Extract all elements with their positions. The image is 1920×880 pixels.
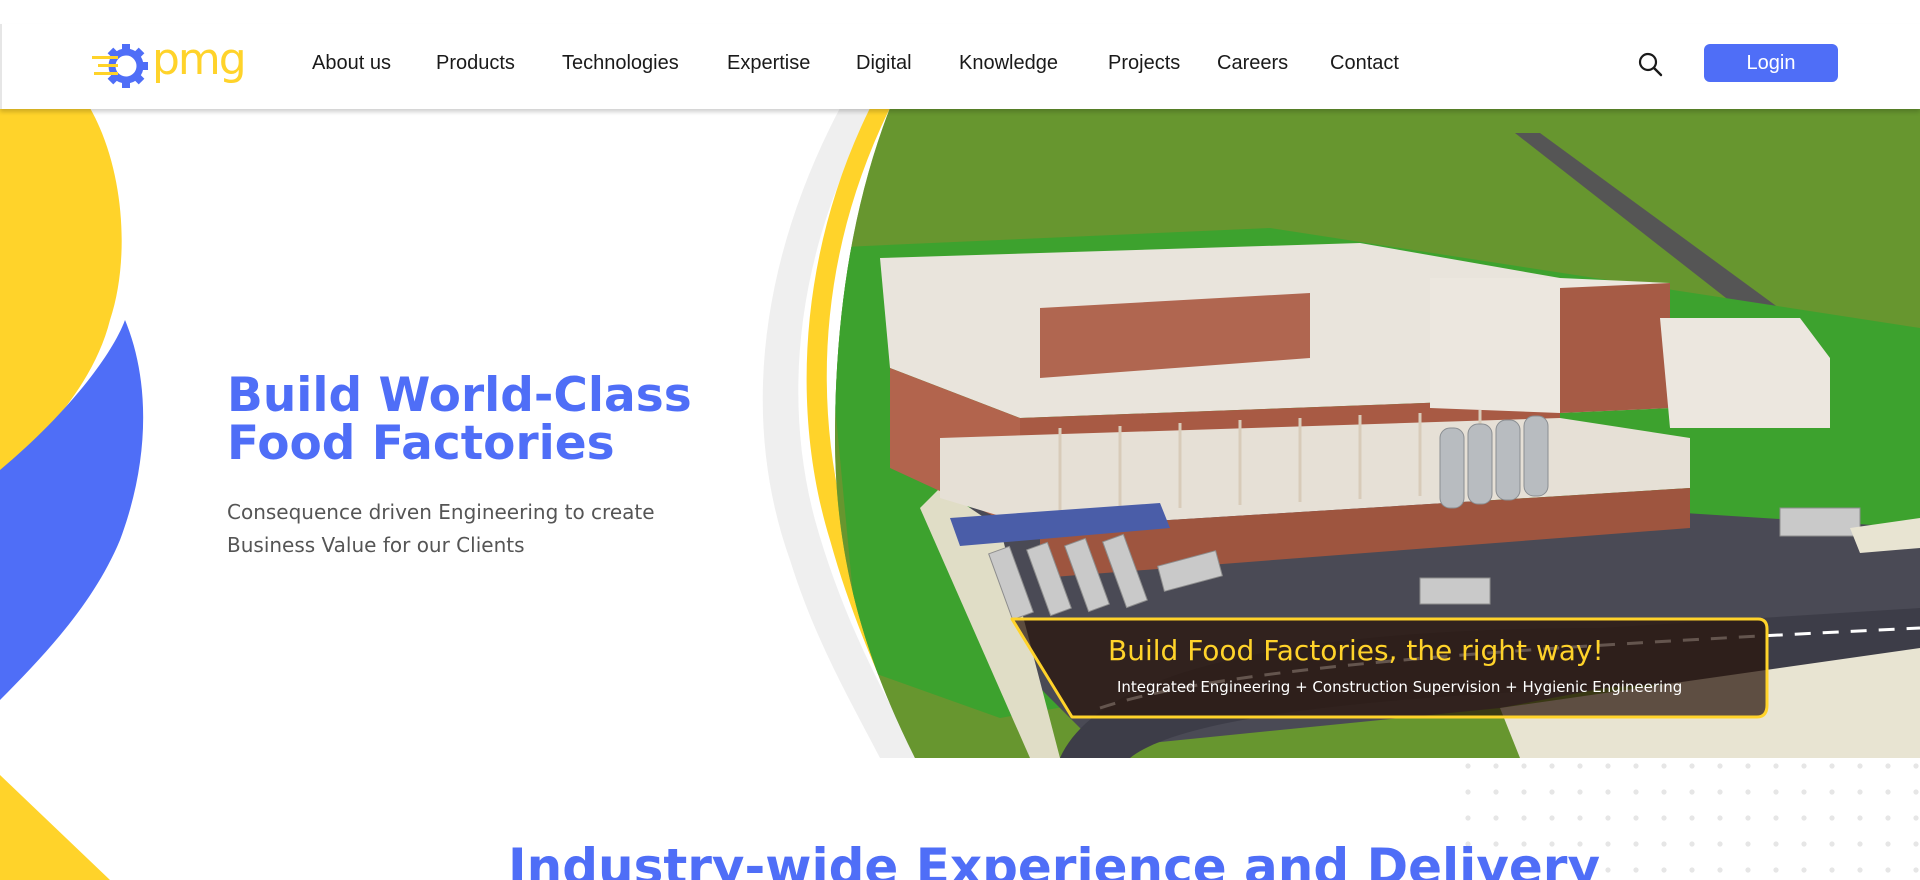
main-nav: About us Products Technologies Expertise… [2, 24, 1920, 109]
nav-item-technologies[interactable]: Technologies [562, 52, 679, 75]
nav-item-products[interactable]: Products [436, 52, 515, 75]
hero-subtitle: Consequence driven Engineering to create… [227, 496, 697, 562]
banner-subtitle: Integrated Engineering + Construction Su… [1117, 678, 1683, 696]
search-icon[interactable] [1636, 50, 1664, 78]
hero-subtitle-line1: Consequence driven Engineering to create [227, 500, 655, 524]
site-header: pmg About us Products Technologies Exper… [0, 24, 1920, 109]
section-heading: Industry-wide Experience and Delivery [508, 838, 1601, 880]
banner-title: Build Food Factories, the right way! [1108, 634, 1604, 667]
nav-item-knowledge[interactable]: Knowledge [959, 52, 1058, 75]
login-button[interactable]: Login [1704, 44, 1838, 82]
nav-item-expertise[interactable]: Expertise [727, 52, 810, 75]
hero-title-line2: Food Factories [227, 416, 615, 471]
hero-banner [1010, 617, 1769, 719]
hero-title-line1: Build World-Class [227, 368, 692, 423]
nav-item-projects[interactable]: Projects [1108, 52, 1180, 75]
nav-item-about-us[interactable]: About us [312, 52, 391, 75]
nav-item-digital[interactable]: Digital [856, 52, 912, 75]
hero-subtitle-line2: Business Value for our Clients [227, 533, 525, 557]
nav-item-careers[interactable]: Careers [1217, 52, 1288, 75]
page: pmg About us Products Technologies Exper… [0, 0, 1920, 880]
nav-item-contact[interactable]: Contact [1330, 52, 1399, 75]
hero-title: Build World-Class Food Factories [227, 372, 787, 468]
